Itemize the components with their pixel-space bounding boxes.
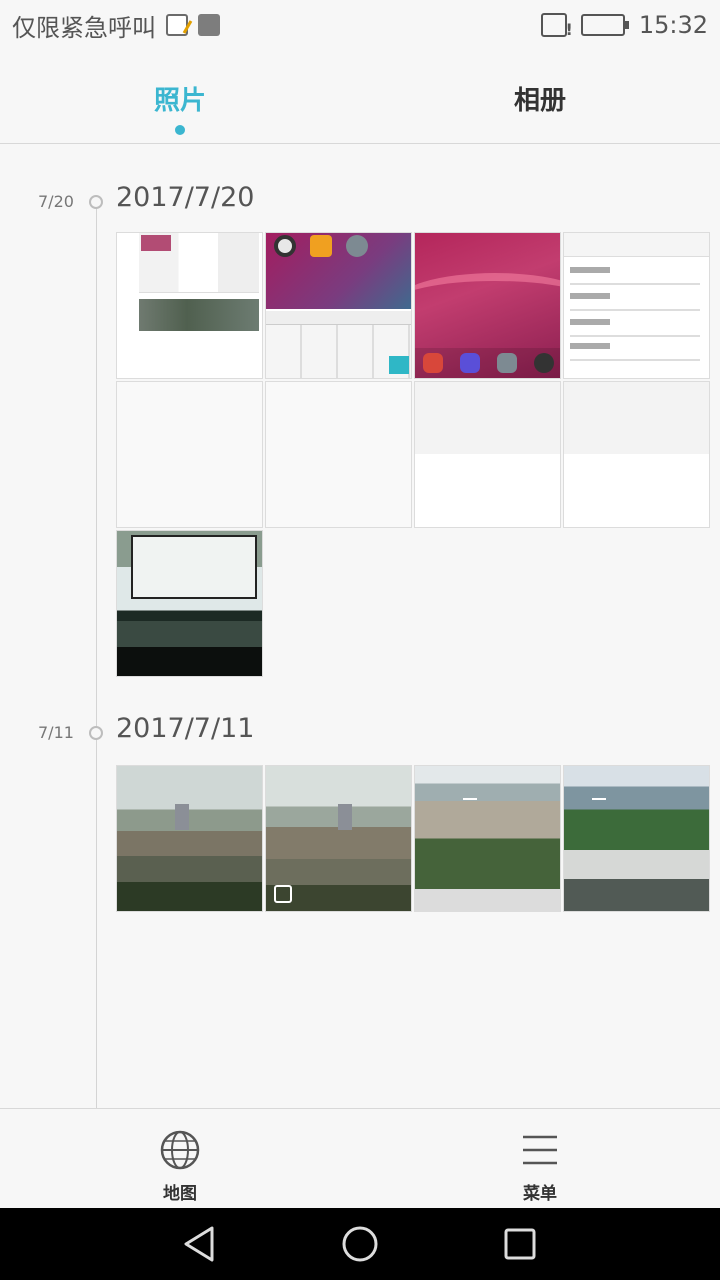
date-group-title: 2017/7/20: [116, 182, 255, 213]
date-group-title: 2017/7/11: [116, 713, 255, 744]
photo-thumbnail[interactable]: [414, 381, 561, 528]
timeline-date-marker: 7/11: [38, 723, 74, 742]
menu-icon: [523, 1135, 557, 1165]
photo-timeline[interactable]: 7/20 2017/7/20 7/11 2017/7/11: [0, 145, 720, 1108]
map-button[interactable]: 地图: [0, 1109, 360, 1208]
photo-thumbnail[interactable]: [116, 232, 263, 379]
status-bar: 仅限紧急呼叫 15:32: [0, 0, 720, 50]
tab-albums-label: 相册: [513, 86, 566, 116]
tab-albums[interactable]: 相册: [360, 50, 720, 143]
date-group-header: 7/20 2017/7/20: [0, 182, 720, 222]
back-button[interactable]: [170, 1214, 230, 1274]
carrier-text: 仅限紧急呼叫: [12, 13, 156, 42]
photo-thumbnail[interactable]: [563, 765, 710, 912]
timeline-date-marker: 7/20: [38, 192, 74, 211]
bottom-action-bar: 地图 菜单: [0, 1108, 720, 1208]
home-circle-icon: [342, 1226, 378, 1262]
date-group-header: 7/11 2017/7/11: [0, 713, 720, 753]
menu-button[interactable]: 菜单: [360, 1109, 720, 1208]
recent-square-icon: [504, 1228, 536, 1260]
image-notification-icon: [198, 14, 220, 36]
timeline-line: [96, 205, 97, 1108]
system-navigation-bar: [0, 1208, 720, 1280]
tab-bar: 照片 相册: [0, 50, 720, 144]
photo-thumbnail[interactable]: [265, 765, 412, 912]
recent-apps-button[interactable]: [490, 1214, 550, 1274]
panorama-arrow-icon: [592, 798, 606, 800]
active-tab-indicator: [175, 125, 185, 135]
note-icon: [166, 14, 188, 36]
photo-thumbnail[interactable]: [116, 530, 263, 677]
photo-thumbnail[interactable]: [265, 381, 412, 528]
menu-button-label: 菜单: [523, 1184, 557, 1204]
globe-icon: [160, 1130, 200, 1170]
sim-alert-icon: [540, 13, 573, 39]
photo-thumbnail[interactable]: [414, 765, 561, 912]
map-button-label: 地图: [163, 1184, 197, 1204]
timeline-node: [89, 195, 103, 209]
battery-icon: [580, 14, 629, 36]
photo-thumbnail[interactable]: [563, 232, 710, 379]
home-button[interactable]: [330, 1214, 390, 1274]
photo-thumbnail[interactable]: [265, 232, 412, 379]
status-right: 15:32: [540, 11, 708, 39]
photo-thumbnail[interactable]: [116, 765, 263, 912]
photo-thumbnail[interactable]: [116, 381, 263, 528]
gallery-app: 仅限紧急呼叫 15:32 照片 相册 7/20 2017/7/20: [0, 0, 720, 1280]
clock: 15:32: [638, 11, 708, 39]
burst-photo-icon: [274, 885, 292, 903]
photo-thumbnail[interactable]: [414, 232, 561, 379]
back-triangle-icon: [184, 1226, 214, 1262]
photo-thumbnail[interactable]: [563, 381, 710, 528]
timeline-node: [89, 726, 103, 740]
tab-photos[interactable]: 照片: [0, 50, 360, 143]
tab-photos-label: 照片: [153, 86, 206, 116]
panorama-arrow-icon: [463, 798, 477, 800]
